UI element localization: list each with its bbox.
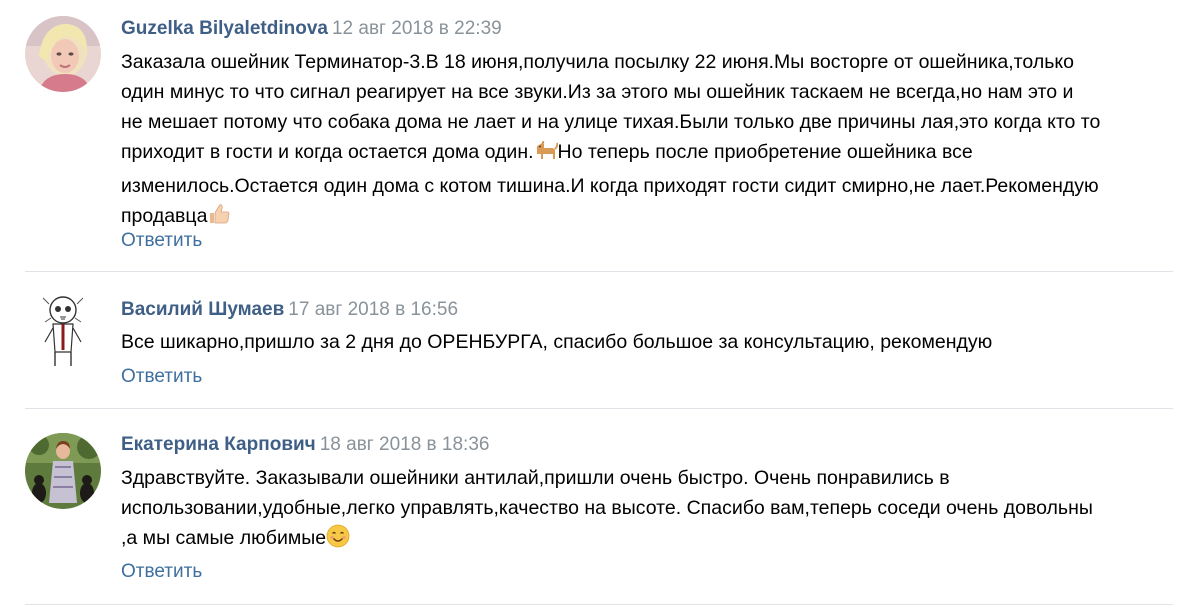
avatar[interactable]: [25, 16, 101, 92]
reply-button[interactable]: Ответить: [121, 560, 202, 584]
avatar-photo-icon: [25, 16, 101, 92]
comment-text: Заказала ошейник Терминатор-3.В 18 июня,…: [121, 47, 1181, 235]
comment-date[interactable]: 12 авг 2018 в 22:39: [332, 18, 502, 39]
comment-header: Екатерина Карпович 18 авг 2018 в 18:36: [121, 433, 489, 457]
comment-date[interactable]: 18 авг 2018 в 18:36: [320, 434, 490, 455]
author-name[interactable]: Екатерина Карпович: [121, 434, 316, 455]
comments-list: Guzelka Bilyaletdinova 12 авг 2018 в 22:3…: [0, 0, 1200, 608]
comment-header: Guzelka Bilyaletdinova 12 авг 2018 в 22:3…: [121, 17, 502, 41]
comment-text-line: ,а мы самые любимые: [121, 523, 1181, 557]
reply-button[interactable]: Ответить: [121, 365, 202, 389]
reply-button[interactable]: Ответить: [121, 229, 202, 253]
comment-text-line: приходит в гости и когда остается дома о…: [121, 137, 1181, 171]
comment-text-line: продавца: [121, 201, 1181, 235]
comment-item: Guzelka Bilyaletdinova 12 авг 2018 в 22:3…: [0, 0, 1200, 272]
avatar[interactable]: [25, 292, 101, 368]
avatar[interactable]: [25, 433, 101, 509]
comment-divider: [25, 604, 1173, 605]
comment-text-line: один минус то что сигнал реагирует на вс…: [121, 81, 1074, 103]
comment-text-line: Здравствуйте. Заказывали ошейники антила…: [121, 467, 950, 489]
avatar-photo-icon: [25, 433, 101, 509]
thumbs-up-emoji-icon: [207, 202, 231, 235]
smile-emoji-icon: [326, 524, 350, 557]
comment-text-line: использовании,удобные,легко управлять,ка…: [121, 497, 1093, 519]
comment-text-fragment: ,а мы самые любимые: [121, 527, 327, 549]
comment-text-line: Заказала ошейник Терминатор-3.В 18 июня,…: [121, 51, 1074, 73]
comment-text-fragment: Но теперь после приобретение ошейника вс…: [557, 141, 973, 163]
comment-text-fragment: продавца: [121, 205, 208, 227]
author-name[interactable]: Guzelka Bilyaletdinova: [121, 18, 328, 39]
comment-text-fragment: приходит в гости и когда остается дома о…: [121, 141, 534, 163]
comment-item: Василий Шумаев 17 авг 2018 в 16:56 Все ши…: [0, 272, 1200, 409]
comment-text-line: не мешает потому что собака дома не лает…: [121, 111, 1101, 133]
comment-text: Здравствуйте. Заказывали ошейники антила…: [121, 463, 1181, 557]
comment-header: Василий Шумаев 17 авг 2018 в 16:56: [121, 298, 458, 322]
dog-emoji-icon: [534, 140, 558, 171]
comment-text: Все шикарно,пришло за 2 дня до ОРЕНБУРГА…: [121, 327, 1181, 357]
comment-item: Екатерина Карпович 18 авг 2018 в 18:36 Зд…: [0, 409, 1200, 608]
comment-text-line: изменилось.Остается один дома с котом ти…: [121, 175, 1099, 197]
comment-text-line: Все шикарно,пришло за 2 дня до ОРЕНБУРГА…: [121, 331, 993, 353]
avatar-skull-drawing-icon: [25, 292, 101, 368]
comment-date[interactable]: 17 авг 2018 в 16:56: [288, 299, 458, 320]
author-name[interactable]: Василий Шумаев: [121, 299, 284, 320]
